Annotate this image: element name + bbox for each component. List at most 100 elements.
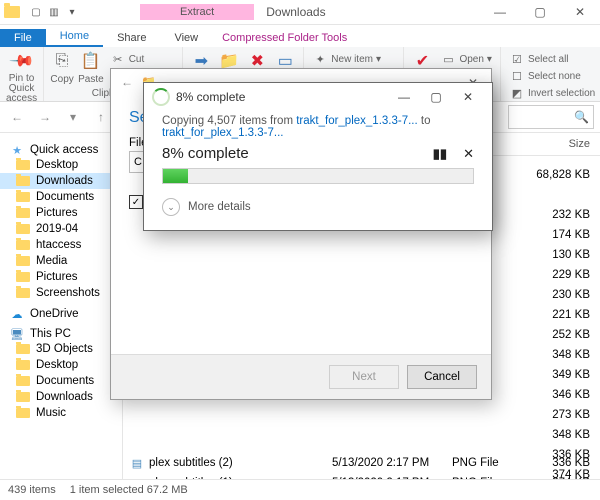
window-title: Downloads [266,5,325,19]
open-icon: ▭ [440,51,456,67]
folder-icon [16,256,30,266]
folder-icon [16,408,30,418]
folder-icon [16,240,30,250]
maximize-button[interactable]: ▢ [520,0,560,24]
selectall-icon: ☑ [509,51,525,67]
search-box[interactable]: 🔍 [508,105,594,129]
size-cell: 221 KB [536,309,600,329]
star-icon: ★ [10,143,24,157]
sidebar-item[interactable]: Pictures [0,205,122,221]
tab-file[interactable]: File [0,29,46,47]
up-button[interactable]: ↑ [90,106,112,128]
cut-button[interactable]: ✂Cut [110,51,175,67]
folder-icon [16,192,30,202]
select-all-button[interactable]: ☑Select all [509,51,595,67]
cancel-button[interactable]: Cancel [407,365,477,389]
pause-button[interactable]: ▮▮ [433,146,447,162]
dest-link[interactable]: trakt_for_plex_1.3.3-7... [162,127,283,139]
cancel-progress-button[interactable]: ✕ [463,146,474,162]
more-details-toggle[interactable]: ⌄ More details [162,198,474,216]
file-icon: ▤ [129,457,145,470]
copy-progress-dialog: 8% complete ― ▢ ✕ Copying 4,507 items fr… [143,82,493,231]
size-cell: 229 KB [536,269,600,289]
sidebar-onedrive[interactable]: ☁OneDrive [0,307,122,321]
status-bar: 439 items 1 item selected 67.2 MB [0,479,600,500]
tab-home[interactable]: Home [46,27,103,47]
chevron-down-icon: ⌄ [162,198,180,216]
ribbon-tabs: File Home Share View Compressed Folder T… [0,25,600,47]
progress-title: 8% complete [176,90,245,104]
size-cell: 174 KB [536,229,600,249]
open-button[interactable]: ▭Open▾ [440,51,492,67]
search-icon: 🔍 [574,110,589,124]
folder-icon [16,224,30,234]
copy-button[interactable]: ⎘ Copy [50,49,74,86]
sidebar-item[interactable]: Music [0,405,122,421]
tab-share[interactable]: Share [103,29,160,47]
sidebar-item[interactable]: Screenshots [0,285,122,301]
sidebar-item[interactable]: 2019-04 [0,221,122,237]
progress-close-button[interactable]: ✕ [452,85,484,109]
sidebar-item[interactable]: Documents [0,189,122,205]
sidebar-item[interactable]: Pictures [0,269,122,285]
folder-icon [16,160,30,170]
close-button[interactable]: ✕ [560,0,600,24]
select-none-button[interactable]: ☐Select none [509,68,595,84]
back-arrow-icon[interactable]: ← [121,75,133,89]
folder-icon [16,288,30,298]
sidebar-item[interactable]: Desktop [0,157,122,173]
tab-view[interactable]: View [160,29,212,47]
folder-icon [16,360,30,370]
percent-label: 8% complete [162,145,249,162]
new-item-button[interactable]: ✦New item▾ [312,51,395,67]
window-title-bar: ▢ ▥ ▾ Extract Downloads ― ▢ ✕ [0,0,600,25]
paste-button[interactable]: 📋 Paste [78,49,104,86]
item-count: 439 items [8,484,56,496]
sidebar-item[interactable]: htaccess [0,237,122,253]
invert-selection-button[interactable]: ◩Invert selection [509,85,595,101]
sidebar-item[interactable]: Desktop [0,357,122,373]
recent-button[interactable]: ▾ [62,106,84,128]
selection-info: 1 item selected 67.2 MB [70,484,188,496]
progress-description: Copying 4,507 items from trakt_for_plex_… [162,115,474,139]
sidebar-item[interactable]: Documents [0,373,122,389]
folder-icon [16,208,30,218]
size-cell: 348 KB [536,349,600,369]
next-button: Next [329,365,399,389]
sidebar-item[interactable]: Media [0,253,122,269]
progress-maximize-button[interactable]: ▢ [420,85,452,109]
qat-item[interactable]: ▾ [64,4,80,20]
pin-icon: 📌 [10,49,34,73]
sidebar-item[interactable]: Downloads [0,173,122,189]
paste-icon: 📋 [79,49,103,73]
folder-icon [16,376,30,386]
col-size[interactable]: Size [522,138,600,150]
pin-to-quick-access-button[interactable]: 📌 Pin to Quick access [6,49,37,102]
selectnone-icon: ☐ [509,68,525,84]
progress-bar [162,168,474,184]
size-cell: 68,828 KB [536,169,600,189]
contextual-tab-label: Extract [140,4,254,20]
qat-item[interactable]: ▢ [28,4,44,20]
progress-minimize-button[interactable]: ― [388,85,420,109]
sidebar-quick-access[interactable]: ★Quick access [0,143,122,157]
sidebar-item[interactable]: 3D Objects [0,341,122,357]
minimize-button[interactable]: ― [480,0,520,24]
sidebar-item[interactable]: Downloads [0,389,122,405]
folder-icon [16,176,30,186]
cloud-icon: ☁ [10,307,24,321]
file-row[interactable]: ▤plex subtitles (2)5/13/2020 2:17 PMPNG … [123,453,600,473]
qat-item[interactable]: ▥ [46,4,62,20]
copy-icon: ⎘ [50,49,74,73]
folder-icon [16,272,30,282]
size-cell: 232 KB [536,209,600,229]
size-cell [536,189,600,209]
source-link[interactable]: trakt_for_plex_1.3.3-7... [296,115,417,127]
tab-compressed-tools[interactable]: Compressed Folder Tools [212,29,357,47]
folder-icon [4,6,20,18]
checkbox-icon: ✓ [129,195,143,209]
forward-button[interactable]: → [34,106,56,128]
sidebar-this-pc[interactable]: 🖥This PC [0,327,122,341]
size-cell: 349 KB [536,369,600,389]
back-button[interactable]: ← [6,106,28,128]
